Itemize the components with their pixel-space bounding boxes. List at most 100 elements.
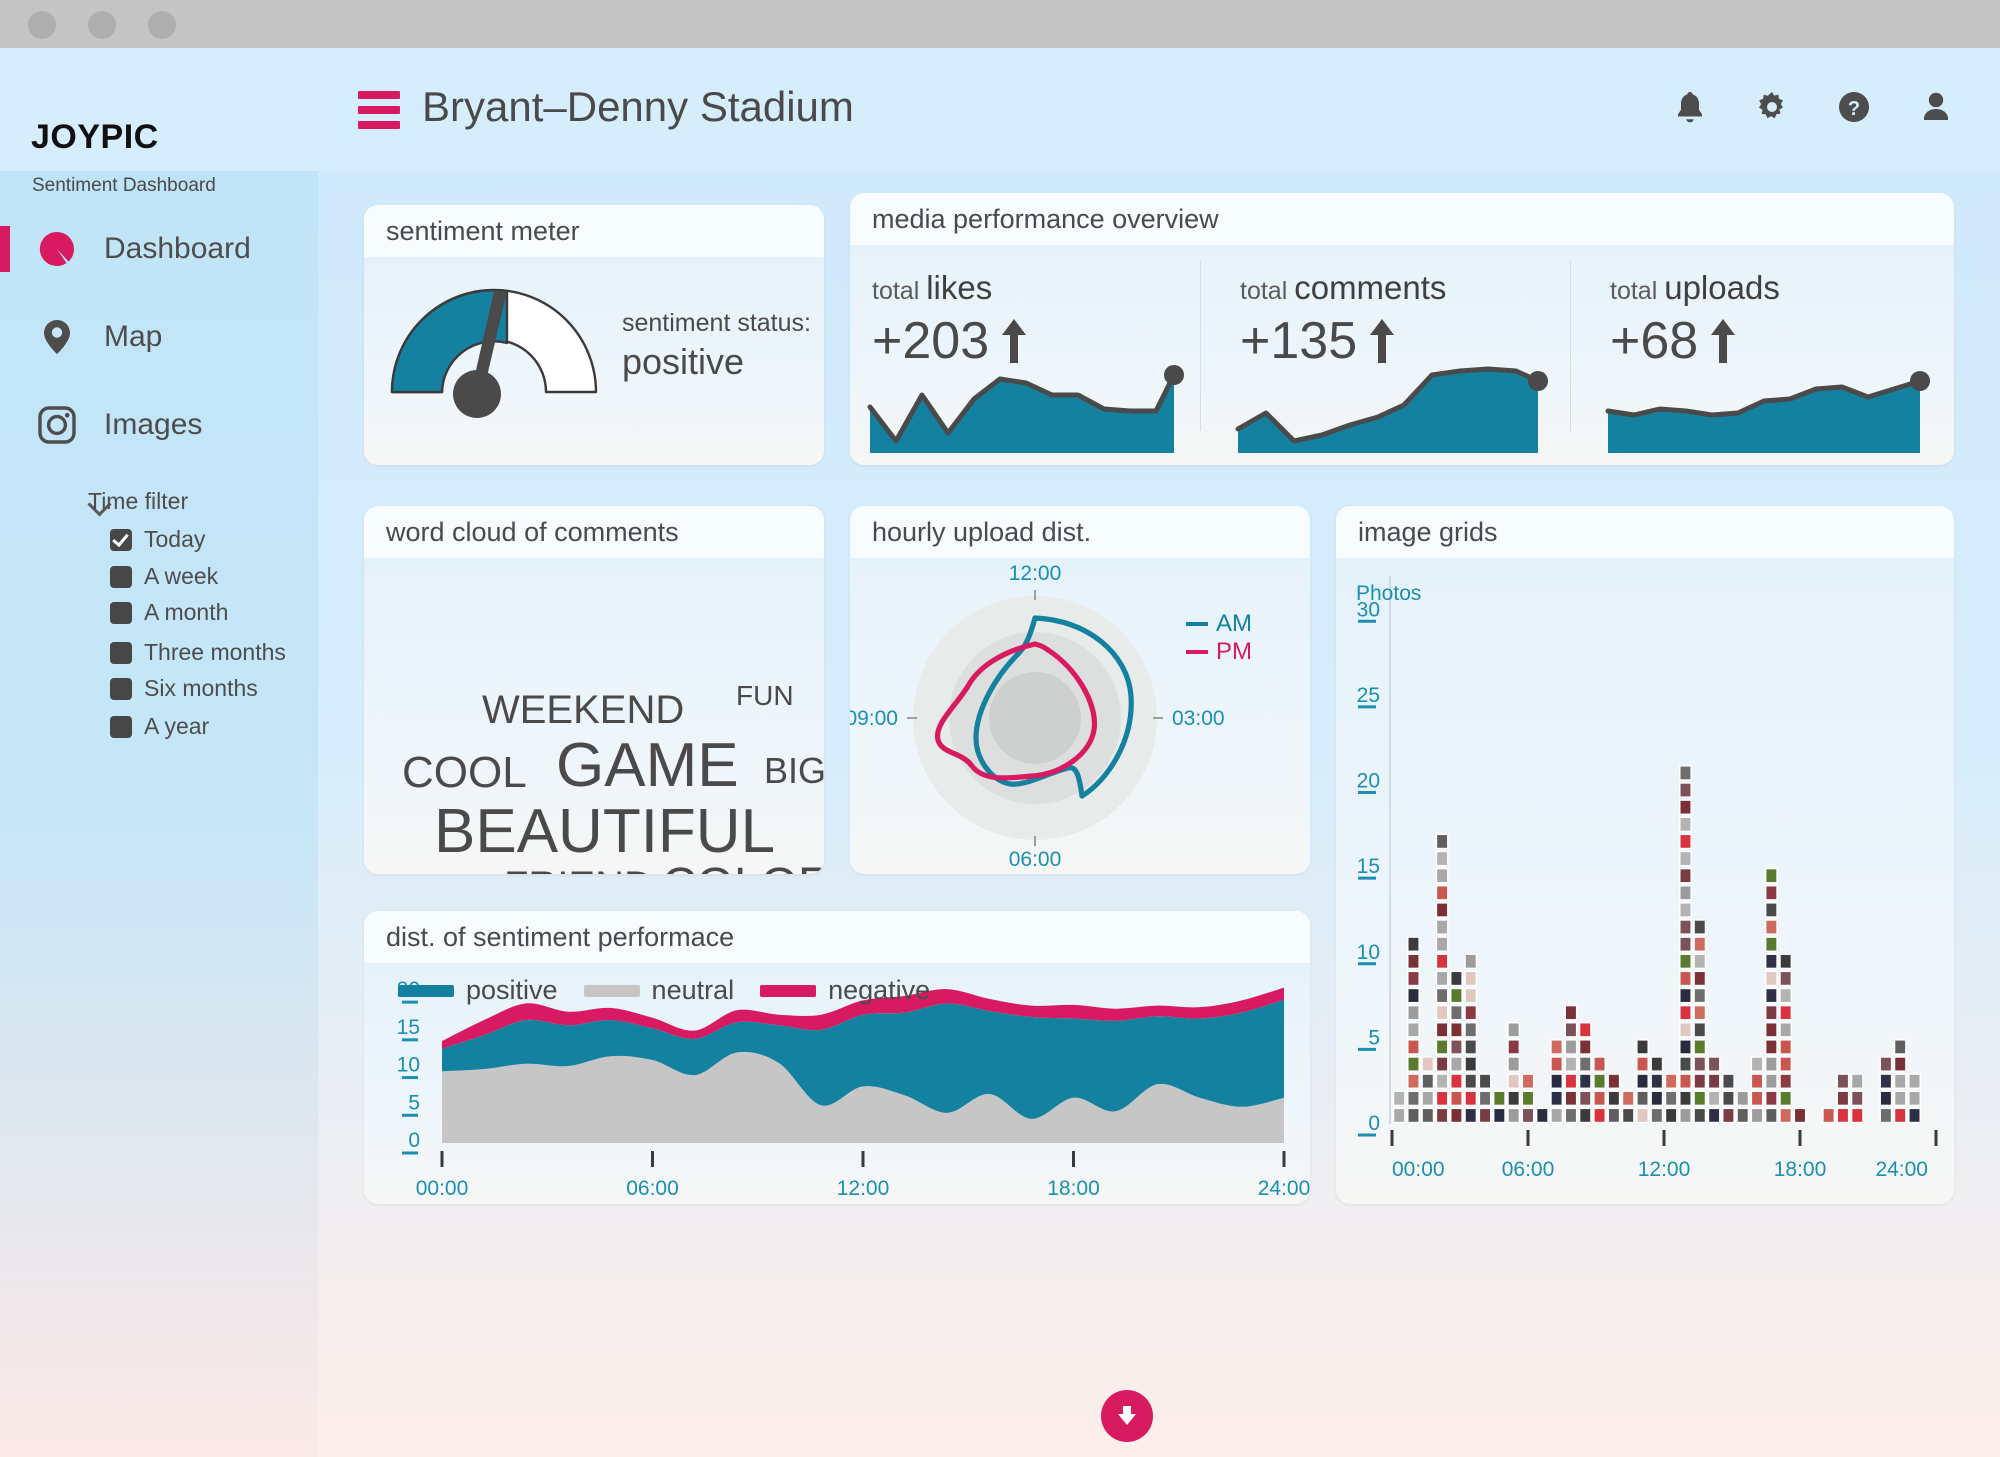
image-grid-cell — [1707, 1107, 1721, 1124]
gear-icon[interactable] — [1748, 84, 1796, 132]
camera-icon — [36, 404, 78, 446]
image-grid-cell — [1636, 1107, 1649, 1124]
top-header: Bryant–Denny Stadium ? — [318, 48, 2000, 171]
help-icon[interactable]: ? — [1830, 84, 1878, 132]
image-grid-cell — [1478, 1107, 1492, 1124]
word-cloud-word: BEAUTIFUL — [434, 797, 776, 866]
card-title: sentiment meter — [386, 215, 580, 246]
pie-chart-icon — [36, 228, 78, 270]
hamburger-icon[interactable] — [358, 91, 400, 129]
image-grid-cell — [1507, 1090, 1521, 1107]
checkbox-icon[interactable] — [110, 641, 132, 664]
window-titlebar — [0, 0, 2000, 48]
user-icon[interactable] — [1912, 84, 1960, 132]
time-filter-option-a-week[interactable]: A week — [110, 563, 218, 590]
time-filter-option-today[interactable]: Today — [110, 526, 205, 553]
image-grid-cell — [1407, 1056, 1420, 1072]
checkbox-icon[interactable] — [110, 528, 132, 551]
time-filter-option-a-year[interactable]: A year — [110, 713, 209, 740]
metric-divider — [1570, 261, 1571, 431]
legend-swatch — [1186, 622, 1208, 626]
checkbox-icon[interactable] — [110, 565, 132, 588]
image-grid-cell — [1421, 1090, 1435, 1107]
x-tick-label: 18:00 — [1774, 1158, 1827, 1181]
checkbox-icon[interactable] — [110, 715, 132, 738]
brand-title: JOYPIC — [31, 118, 159, 156]
time-filter-option-a-month[interactable]: A month — [110, 599, 228, 626]
metric-label: total uploads — [1610, 269, 1780, 307]
time-filter-option-three-months[interactable]: Three months — [110, 639, 286, 666]
image-grid-cell — [1564, 1090, 1578, 1107]
image-grid-cell — [1693, 1056, 1707, 1072]
image-grid-cell — [1507, 1022, 1521, 1038]
window-dot-1[interactable] — [28, 11, 56, 39]
gauge-chart — [390, 288, 598, 418]
image-grid-cell — [1650, 1107, 1664, 1124]
card-title: media performance overview — [872, 203, 1219, 234]
brand-subtitle: Sentiment Dashboard — [32, 175, 216, 196]
metric-uploads: total uploads +68 — [1588, 245, 1954, 465]
card-media-overview: media performance overview total likes +… — [850, 193, 1954, 465]
card-title: hourly upload dist. — [872, 516, 1092, 547]
x-tick-label: 00:00 — [416, 1177, 469, 1200]
image-grid-cell — [1893, 1073, 1907, 1089]
image-grid-cell — [1679, 987, 1692, 1004]
image-grid-cell — [1636, 1073, 1649, 1089]
image-grid-cell — [1450, 987, 1463, 1004]
image-grid-cell — [1765, 1039, 1778, 1055]
image-grid-cell — [1679, 936, 1692, 952]
image-grid-cell — [1407, 1107, 1420, 1124]
word-cloud-word: WEEKEND — [482, 688, 685, 732]
image-grid-cell — [1435, 970, 1449, 987]
x-tick-label: 12:00 — [1638, 1158, 1691, 1181]
image-grid-cell — [1722, 1090, 1735, 1107]
image-grid-cell — [1407, 1090, 1420, 1107]
image-grid-cell — [1435, 953, 1449, 970]
y-tick-label: 15 — [397, 1016, 420, 1039]
image-grid-cell — [1593, 1107, 1606, 1124]
image-grid-cell — [1507, 1107, 1521, 1124]
time-filter-header[interactable]: Time filter — [88, 488, 188, 515]
image-grid-cell — [1550, 1090, 1563, 1107]
card-hourly-upload: hourly upload dist. 12:00 06:00 09:00 03… — [850, 506, 1310, 874]
image-grid-cell — [1578, 1090, 1592, 1107]
sidebar-item-images[interactable]: Images — [0, 394, 318, 456]
image-grid-cell — [1435, 936, 1449, 952]
card-title: word cloud of comments — [386, 516, 679, 547]
metric-label: total likes — [872, 269, 992, 307]
image-grid-cell — [1450, 970, 1463, 987]
checkbox-icon[interactable] — [110, 601, 132, 624]
image-grid-cell — [1765, 885, 1778, 901]
x-tick-label: 06:00 — [626, 1177, 679, 1200]
image-grid-cell — [1707, 1073, 1721, 1089]
image-grid-cell — [1407, 1073, 1420, 1089]
image-grid-cell — [1908, 1090, 1921, 1107]
image-grid-cell — [1765, 1022, 1778, 1038]
sidebar-item-label: Dashboard — [104, 232, 251, 265]
metric-name: comments — [1294, 269, 1447, 306]
sentiment-status-value: positive — [622, 341, 745, 382]
image-grid-cell — [1564, 1004, 1578, 1021]
card-sentiment-meter: sentiment meter sentiment status: positi… — [364, 205, 824, 465]
image-grid-cell — [1478, 1090, 1492, 1107]
card-header: media performance overview — [850, 193, 1954, 245]
image-grid-cell — [1478, 1073, 1492, 1089]
metric-prefix: total — [1240, 277, 1288, 305]
legend-swatch — [583, 984, 640, 997]
download-button[interactable] — [1101, 1390, 1153, 1442]
sidebar-item-dashboard[interactable]: Dashboard — [0, 218, 318, 280]
image-grid-cell — [1464, 1090, 1478, 1107]
time-filter-option-six-months[interactable]: Six months — [110, 675, 258, 702]
checkbox-icon[interactable] — [110, 677, 132, 700]
time-filter-option-label: Today — [144, 526, 206, 552]
image-grid-cell — [1908, 1073, 1921, 1089]
window-dot-2[interactable] — [88, 11, 116, 39]
x-tick-label: 12:00 — [837, 1177, 890, 1200]
image-grid-cell — [1450, 1039, 1463, 1055]
sidebar-item-label: Images — [104, 408, 203, 441]
bell-icon[interactable] — [1666, 84, 1714, 132]
image-grid-cell — [1435, 1073, 1449, 1089]
sidebar-item-map[interactable]: Map — [0, 306, 318, 368]
window-dot-3[interactable] — [148, 11, 176, 39]
card-title: dist. of sentiment performace — [386, 921, 735, 952]
